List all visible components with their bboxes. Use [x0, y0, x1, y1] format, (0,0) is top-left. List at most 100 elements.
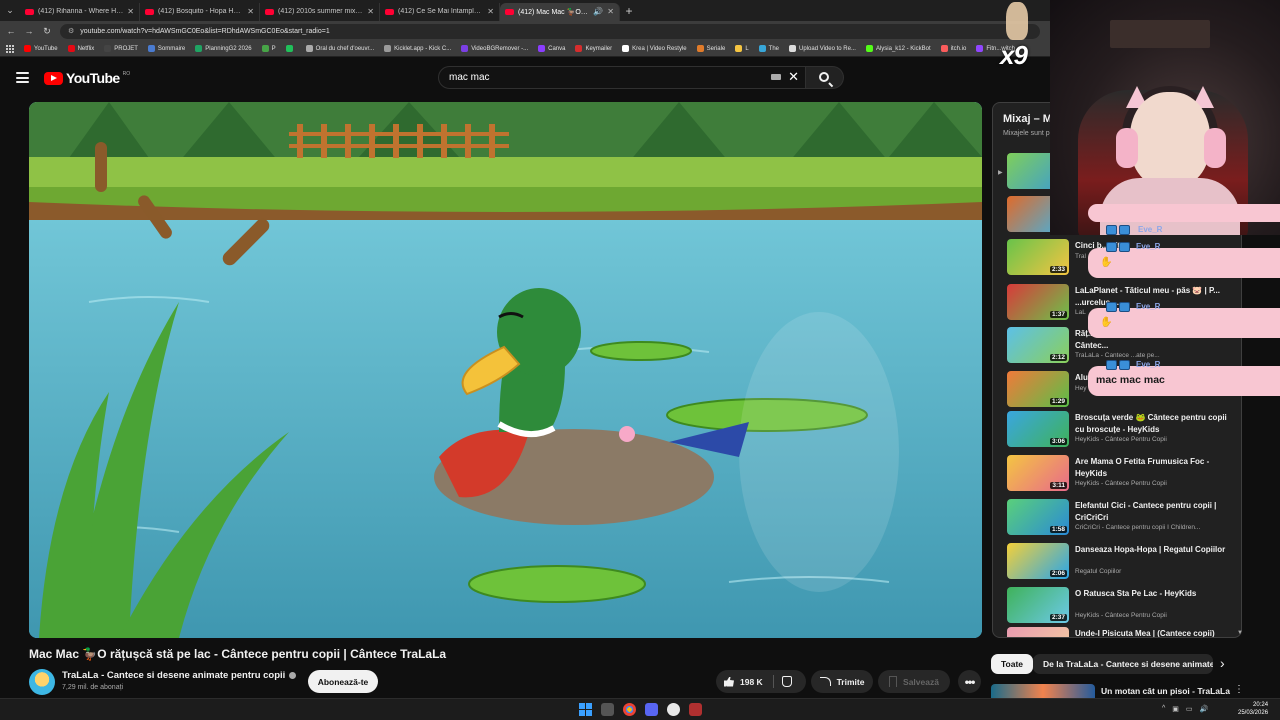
playlist-item[interactable]: 2:37 O Ratusca Sta Pe Lac - HeyKids HeyKid…	[1007, 587, 1239, 625]
new-tab-button[interactable]: +	[620, 4, 638, 18]
youtube-logo[interactable]: YouTube RO	[44, 70, 130, 86]
bookmark-item[interactable]: Seriale	[696, 45, 725, 52]
playlist-thumbnail[interactable]	[1007, 627, 1069, 637]
tab-search-icon[interactable]: ⌄	[0, 0, 20, 21]
volume-icon[interactable]: 🔊	[1200, 705, 1209, 713]
bookmark-item[interactable]: itch.io	[940, 45, 966, 52]
playlist-thumbnail[interactable]: 3:11	[1007, 455, 1069, 491]
chip-all[interactable]: Toate	[991, 654, 1034, 674]
playlist-item-title[interactable]: O Ratusca Sta Pe Lac - HeyKids	[1075, 588, 1235, 600]
network-icon[interactable]: ▭	[1186, 705, 1193, 713]
bookmark-item[interactable]: Kicklet.app - Kick C...	[384, 45, 451, 52]
address-bar[interactable]: ⚙ youtube.com/watch?v=hdAWSmGC0Eo&list=R…	[60, 23, 1040, 39]
video-duration: 3:06	[1049, 438, 1067, 445]
playlist-thumbnail[interactable]: 2:12	[1007, 327, 1069, 363]
bookmark-item[interactable]: Sommaire	[147, 45, 185, 52]
next-video-thumbnail[interactable]	[991, 684, 1095, 698]
close-tab-icon[interactable]: ✕	[607, 7, 614, 16]
more-actions-button[interactable]: •••	[958, 670, 981, 693]
close-tab-icon[interactable]: ✕	[247, 7, 254, 16]
playlist-item-title[interactable]: Broscuța verde 🐸 Cântece pentru copii cu…	[1075, 412, 1235, 436]
playlist-thumbnail[interactable]: 3:06	[1007, 411, 1069, 447]
playlist-item-title[interactable]: Unde-I Pisicuta Mea | (Cantece copii)	[1075, 628, 1235, 637]
playlist-thumbnail[interactable]: 2:33	[1007, 239, 1069, 275]
more-vert-icon[interactable]: ⋮	[1234, 684, 1244, 695]
share-button[interactable]: Trimite	[811, 670, 873, 693]
thumbs-up-icon[interactable]	[724, 676, 734, 687]
playlist-item-title[interactable]: Are Mama O Fetita Frumusica Foc - HeyKid…	[1075, 456, 1235, 480]
playlist-item[interactable]: 3:06 Broscuța verde 🐸 Cântece pentru copi…	[1007, 411, 1239, 449]
bookmark-favicon-icon	[696, 45, 704, 52]
playlist-item[interactable]: 2:06 Danseaza Hopa-Hopa | Regatul Copiilo…	[1007, 543, 1239, 581]
channel-avatar[interactable]	[29, 669, 55, 695]
playlist-item-title[interactable]: Elefantul Cici - Cantece pentru copii | …	[1075, 500, 1235, 524]
reload-icon[interactable]: ↻	[42, 26, 52, 37]
next-video-title[interactable]: Un motan cât un pisoi - TraLaLa	[1101, 686, 1230, 696]
browser-tab[interactable]: (412) Rihanna - Where Have Yo✕	[20, 2, 140, 21]
chevron-right-icon[interactable]: ›	[1220, 655, 1225, 671]
app-icon[interactable]	[689, 703, 702, 716]
menu-icon[interactable]	[16, 72, 29, 83]
subscribe-button[interactable]: Abonează-te	[308, 670, 378, 693]
back-icon[interactable]: ←	[6, 26, 16, 36]
close-tab-icon[interactable]: ✕	[487, 7, 494, 16]
search-button[interactable]	[806, 66, 844, 89]
bookmark-item[interactable]: The	[758, 45, 779, 52]
bookmark-item[interactable]: Alysia_k12 - KickBot	[865, 45, 931, 52]
keyboard-icon[interactable]	[771, 74, 781, 80]
playlist-item[interactable]: 1:58 Elefantul Cici - Cantece pentru copi…	[1007, 499, 1239, 537]
discord-icon[interactable]	[645, 703, 658, 716]
playlist-thumbnail[interactable]: 1:37	[1007, 284, 1069, 320]
browser-tab-active[interactable]: (412) Mac Mac 🦆O rățușc🔊✕	[500, 2, 620, 21]
chip-channel[interactable]: De la TraLaLa - Cantece si desene animat…	[1033, 654, 1213, 674]
apps-grid-icon[interactable]	[6, 44, 14, 53]
site-info-icon[interactable]: ⚙	[68, 27, 74, 35]
bookmark-item[interactable]: VideoBGRemover -...	[461, 45, 528, 52]
bookmark-favicon-icon	[865, 45, 873, 52]
browser-tab[interactable]: (412) Bosquito - Hopa Hopa (C✕	[140, 2, 260, 21]
bookmark-item[interactable]: Oral du chef d'oeuvr...	[305, 45, 374, 52]
chevron-up-icon[interactable]: ^	[1162, 705, 1165, 713]
bookmark-item[interactable]: Upload Video to Re...	[789, 45, 856, 52]
browser-tab[interactable]: (412) 2010s summer mix ~nost✕	[260, 2, 380, 21]
obs-icon[interactable]	[667, 703, 680, 716]
clear-search-icon[interactable]: ✕	[788, 69, 799, 85]
playlist-thumbnail[interactable]: 2:37	[1007, 587, 1069, 623]
task-view-icon[interactable]	[601, 703, 614, 716]
bookmark-item[interactable]: Keymailer	[575, 45, 612, 52]
playlist-thumbnail[interactable]: 1:29	[1007, 371, 1069, 407]
taskbar-clock[interactable]: 20:24 25/03/2026	[1238, 701, 1268, 717]
tray-app-icon[interactable]: ▣	[1172, 705, 1179, 713]
bookmark-item[interactable]: PROJET	[104, 45, 138, 52]
thumbs-down-icon[interactable]	[782, 676, 792, 687]
close-tab-icon[interactable]: ✕	[367, 7, 374, 16]
playlist-item[interactable]: Unde-I Pisicuta Mea | (Cantece copii)	[1007, 627, 1239, 637]
bookmark-item[interactable]: P	[261, 45, 276, 52]
browser-tab[interactable]: (412) Ce Se Mai Intampla Cu M✕	[380, 2, 500, 21]
like-count[interactable]: 198 K	[740, 677, 763, 687]
windows-start-icon[interactable]	[579, 703, 592, 716]
bookmark-item[interactable]: YouTube	[24, 45, 58, 52]
chat-username: Eve_R	[1136, 360, 1161, 369]
playlist-thumbnail[interactable]: 1:58	[1007, 499, 1069, 535]
bookmark-label: P	[271, 45, 276, 52]
bookmark-item[interactable]: L	[735, 45, 749, 52]
forward-icon[interactable]: →	[24, 26, 34, 36]
playlist-item[interactable]: 3:11 Are Mama O Fetita Frumusica Foc - He…	[1007, 455, 1239, 493]
playlist-item-title[interactable]: Danseaza Hopa-Hopa | Regatul Copiilor	[1075, 544, 1235, 556]
search-input[interactable]: mac mac ✕	[438, 66, 806, 89]
scroll-down-icon[interactable]: ▼	[1237, 630, 1243, 636]
video-player[interactable]	[29, 102, 982, 638]
chrome-icon[interactable]	[623, 703, 636, 716]
bookmark-item[interactable]: Netflix	[67, 45, 94, 52]
playlist-thumbnail[interactable]: 2:06	[1007, 543, 1069, 579]
bookmark-item[interactable]: Krea | Video Restyle	[622, 45, 687, 52]
channel-name-text: TraLaLa - Cantece si desene animate pent…	[62, 670, 286, 681]
save-button[interactable]: Salvează	[878, 670, 950, 693]
speaker-icon[interactable]: 🔊	[593, 7, 603, 16]
channel-name[interactable]: TraLaLa - Cantece si desene animate pent…	[62, 670, 297, 681]
bookmark-item[interactable]	[285, 45, 296, 52]
bookmark-item[interactable]: Canva	[538, 45, 565, 52]
bookmark-item[interactable]: PlanningG2 2026	[195, 45, 252, 52]
close-tab-icon[interactable]: ✕	[127, 7, 134, 16]
